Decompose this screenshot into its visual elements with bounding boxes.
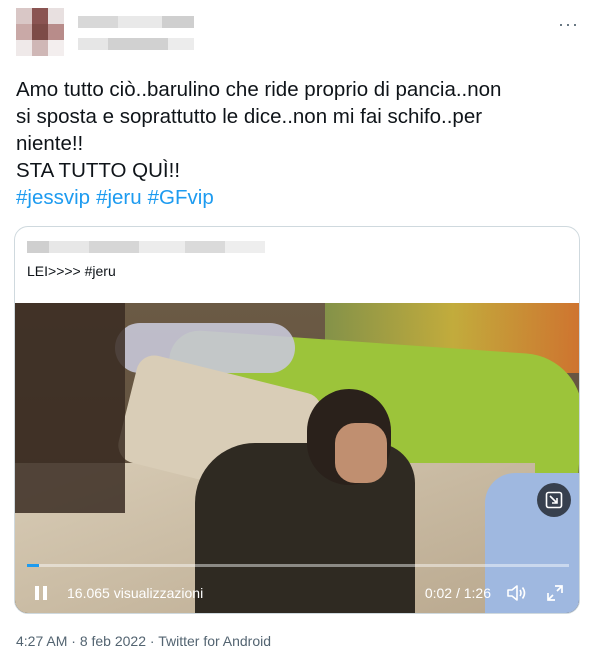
video-progress-bar[interactable] (27, 564, 569, 567)
video-scene-shape (15, 303, 125, 513)
video-scene-shape (335, 423, 387, 483)
view-count: 16.065 visualizzazioni (67, 585, 204, 601)
hashtag-gfvip[interactable]: #GFvip (148, 186, 214, 209)
hashtag-jeru[interactable]: #jeru (96, 186, 142, 209)
pause-button[interactable] (29, 581, 53, 605)
avatar[interactable] (16, 8, 66, 58)
meta-separator: · (146, 633, 159, 649)
meta-separator: · (67, 633, 80, 649)
tweet-text-line: STA TUTTO QUÌ!! (16, 159, 181, 182)
tweet-text-line: niente!! (16, 132, 84, 155)
hashtag-list: #jessvip #jeru #GFvip (16, 184, 582, 211)
quoted-tweet-card[interactable]: LEI>>>> #jeru 16.065 visualizzazioni 0:0… (14, 226, 580, 614)
video-player[interactable]: 16.065 visualizzazioni 0:02 / 1:26 (15, 303, 579, 613)
tweet-date[interactable]: 8 feb 2022 (80, 633, 146, 649)
author-name-blurred[interactable] (78, 12, 196, 56)
pause-icon (35, 586, 47, 600)
more-options-button[interactable]: ··· (558, 14, 579, 35)
tweet-text-line: Amo tutto ciò..barulino che ride proprio… (16, 78, 502, 101)
tweet-meta: 4:27 AM · 8 feb 2022 · Twitter for Andro… (16, 633, 271, 649)
tweet-text: Amo tutto ciò..barulino che ride proprio… (16, 76, 582, 211)
picture-in-picture-icon (545, 491, 563, 509)
fullscreen-icon (547, 585, 563, 601)
volume-button[interactable] (505, 581, 529, 605)
volume-icon (507, 585, 526, 601)
hashtag-jessvip[interactable]: #jessvip (16, 186, 90, 209)
quoted-author-blurred[interactable] (27, 237, 267, 257)
video-progress-fill (27, 564, 40, 567)
tweet-text-line: si sposta e soprattutto le dice..non mi … (16, 105, 483, 128)
expand-video-button[interactable] (537, 483, 571, 517)
video-controls: 16.065 visualizzazioni 0:02 / 1:26 (15, 571, 579, 613)
tweet-source[interactable]: Twitter for Android (158, 633, 271, 649)
video-time: 0:02 / 1:26 (424, 585, 491, 601)
tweet-time[interactable]: 4:27 AM (16, 633, 67, 649)
quoted-tweet-text: LEI>>>> #jeru (27, 263, 116, 279)
fullscreen-button[interactable] (543, 581, 567, 605)
